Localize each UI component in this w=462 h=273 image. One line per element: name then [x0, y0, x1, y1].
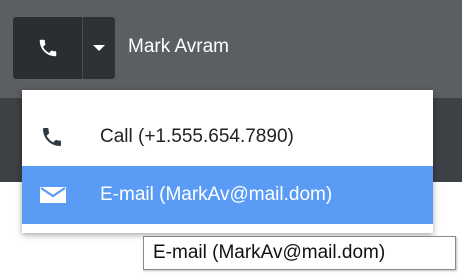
contact-actions-menu: Call (+1.555.654.7890) E-mail (MarkAv@ma… [22, 90, 433, 233]
caret-down-icon [93, 45, 105, 51]
call-button[interactable] [13, 17, 83, 79]
phone-icon [40, 125, 64, 149]
menu-item-label: Call (+1.555.654.7890) [100, 126, 294, 147]
envelope-icon [40, 185, 66, 205]
phone-icon [39, 39, 56, 57]
call-split-button [13, 17, 115, 79]
menu-item-email[interactable]: E-mail (MarkAv@mail.dom) [22, 166, 433, 224]
contact-name: Mark Avram [128, 36, 230, 57]
menu-item-label: E-mail (MarkAv@mail.dom) [100, 184, 333, 205]
contact-toolbar: Mark Avram [0, 0, 462, 98]
tooltip: E-mail (MarkAv@mail.dom) [143, 236, 456, 270]
menu-item-call[interactable]: Call (+1.555.654.7890) [22, 108, 433, 166]
call-options-dropdown-button[interactable] [83, 17, 115, 79]
